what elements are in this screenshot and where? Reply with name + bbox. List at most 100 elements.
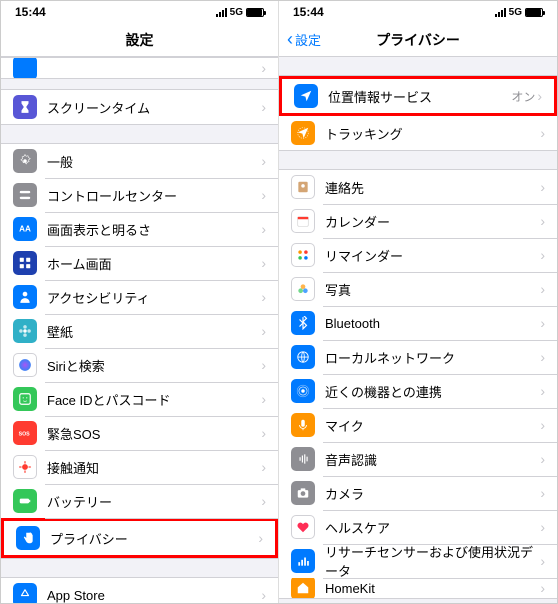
nav-bar: ‹ 設定 プライバシー <box>279 23 557 57</box>
chevron-right-icon: › <box>540 553 545 569</box>
battery-icon <box>13 489 37 513</box>
appstore-icon <box>13 583 37 603</box>
svg-text:SOS: SOS <box>19 431 31 437</box>
privacy-row-health[interactable]: ヘルスケア› <box>279 510 557 544</box>
settings-row-battery[interactable]: バッテリー› <box>1 484 278 518</box>
calendar-icon <box>291 209 315 233</box>
health-icon <box>291 515 315 539</box>
battery-icon <box>246 8 264 17</box>
privacy-screen: 15:44 5G ‹ 設定 プライバシー 位置情報サービスオン›トラッキング› … <box>279 1 557 603</box>
privacy-row-home[interactable]: HomeKit› <box>279 578 557 598</box>
settings-row-hourglass[interactable]: スクリーンタイム› <box>1 90 278 124</box>
svg-text:AA: AA <box>19 224 31 233</box>
status-signal: 5G <box>495 7 543 18</box>
chevron-right-icon: › <box>261 323 266 339</box>
row-label: スクリーンタイム <box>47 98 261 117</box>
settings-row-text[interactable]: AA画面表示と明るさ› <box>1 212 278 246</box>
chevron-right-icon: › <box>261 493 266 509</box>
settings-row-peek[interactable]: › <box>1 58 278 78</box>
privacy-row-mic[interactable]: マイク› <box>279 408 557 442</box>
settings-row-person[interactable]: アクセシビリティ› <box>1 280 278 314</box>
switches-icon <box>13 183 37 207</box>
chevron-right-icon: › <box>540 315 545 331</box>
chevron-right-icon: › <box>261 459 266 475</box>
row-label: リサーチセンサーおよび使用状況データ <box>325 542 540 580</box>
chevron-right-icon: › <box>540 417 545 433</box>
nav-title: 設定 <box>126 30 154 50</box>
settings-row-hand[interactable]: プライバシー› <box>4 521 275 555</box>
row-label: Bluetooth <box>325 316 540 331</box>
mic-icon <box>291 413 315 437</box>
gear-icon <box>13 149 37 173</box>
chevron-right-icon: › <box>261 357 266 373</box>
row-label: トラッキング <box>325 124 540 143</box>
settings-row-flower[interactable]: 壁紙› <box>1 314 278 348</box>
row-label: ホーム画面 <box>47 254 261 273</box>
privacy-row-reminders[interactable]: リマインダー› <box>279 238 557 272</box>
status-network: 5G <box>509 7 522 18</box>
settings-row-sos[interactable]: SOS緊急SOS› <box>1 416 278 450</box>
privacy-row-tracking[interactable]: トラッキング› <box>279 116 557 150</box>
row-label: 画面表示と明るさ <box>47 220 261 239</box>
settings-row-switches[interactable]: コントロールセンター› <box>1 178 278 212</box>
chevron-right-icon: › <box>261 587 266 603</box>
status-network: 5G <box>230 7 243 18</box>
row-label: 壁紙 <box>47 322 261 341</box>
hourglass-icon <box>13 95 37 119</box>
row-label: 緊急SOS <box>47 424 261 443</box>
nav-bar: 設定 <box>1 23 278 57</box>
sos-icon: SOS <box>13 421 37 445</box>
person-icon <box>13 285 37 309</box>
privacy-content[interactable]: 位置情報サービスオン›トラッキング› 連絡先›カレンダー›リマインダー›写真›B… <box>279 57 557 603</box>
chevron-right-icon: › <box>261 99 266 115</box>
flower-icon <box>13 319 37 343</box>
settings-screen: 15:44 5G 設定 › スクリーンタイム› 一般›コントロールセンター›AA… <box>1 1 279 603</box>
privacy-row-camera[interactable]: カメラ› <box>279 476 557 510</box>
chevron-right-icon: › <box>261 289 266 305</box>
settings-row-grid[interactable]: ホーム画面› <box>1 246 278 280</box>
row-value: オン <box>511 88 535 105</box>
settings-content[interactable]: › スクリーンタイム› 一般›コントロールセンター›AA画面表示と明るさ›ホーム… <box>1 57 278 603</box>
tracking-icon <box>291 121 315 145</box>
chevron-right-icon: › <box>540 349 545 365</box>
row-label: バッテリー <box>47 492 261 511</box>
privacy-row-devices[interactable]: 近くの機器との連携› <box>279 374 557 408</box>
privacy-row-research[interactable]: リサーチセンサーおよび使用状況データ› <box>279 544 557 578</box>
devices-icon <box>291 379 315 403</box>
privacy-row-calendar[interactable]: カレンダー› <box>279 204 557 238</box>
chevron-right-icon: › <box>540 213 545 229</box>
chevron-right-icon: › <box>537 88 542 104</box>
nav-title: プライバシー <box>376 30 460 50</box>
chevron-right-icon: › <box>261 391 266 407</box>
privacy-row-bluetooth[interactable]: Bluetooth› <box>279 306 557 340</box>
face-icon <box>13 387 37 411</box>
bluetooth-icon <box>291 311 315 335</box>
status-signal: 5G <box>216 7 264 18</box>
photos-icon <box>291 277 315 301</box>
chevron-right-icon: › <box>261 153 266 169</box>
virus-icon <box>13 455 37 479</box>
privacy-row-network[interactable]: ローカルネットワーク› <box>279 340 557 374</box>
battery-icon <box>525 8 543 17</box>
row-label: カメラ <box>325 484 540 503</box>
settings-row-gear[interactable]: 一般› <box>1 144 278 178</box>
chevron-right-icon: › <box>540 247 545 263</box>
chevron-left-icon: ‹ <box>287 29 293 50</box>
settings-row-face[interactable]: Face IDとパスコード› <box>1 382 278 416</box>
row-label: 接触通知 <box>47 458 261 477</box>
row-label: HomeKit <box>325 581 540 596</box>
privacy-row-photos[interactable]: 写真› <box>279 272 557 306</box>
row-label: 位置情報サービス <box>328 87 511 106</box>
row-label: 音声認識 <box>325 450 540 469</box>
row-label: カレンダー <box>325 212 540 231</box>
privacy-row-location[interactable]: 位置情報サービスオン› <box>282 79 554 113</box>
settings-row-virus[interactable]: 接触通知› <box>1 450 278 484</box>
settings-row-appstore[interactable]: App Store› <box>1 578 278 603</box>
privacy-row-speech[interactable]: 音声認識› <box>279 442 557 476</box>
privacy-row-contacts[interactable]: 連絡先› <box>279 170 557 204</box>
settings-row-siri[interactable]: Siriと検索› <box>1 348 278 382</box>
chevron-right-icon: › <box>540 125 545 141</box>
back-button[interactable]: ‹ 設定 <box>287 29 321 50</box>
row-label: Face IDとパスコード <box>47 390 261 409</box>
row-label: コントロールセンター <box>47 186 261 205</box>
